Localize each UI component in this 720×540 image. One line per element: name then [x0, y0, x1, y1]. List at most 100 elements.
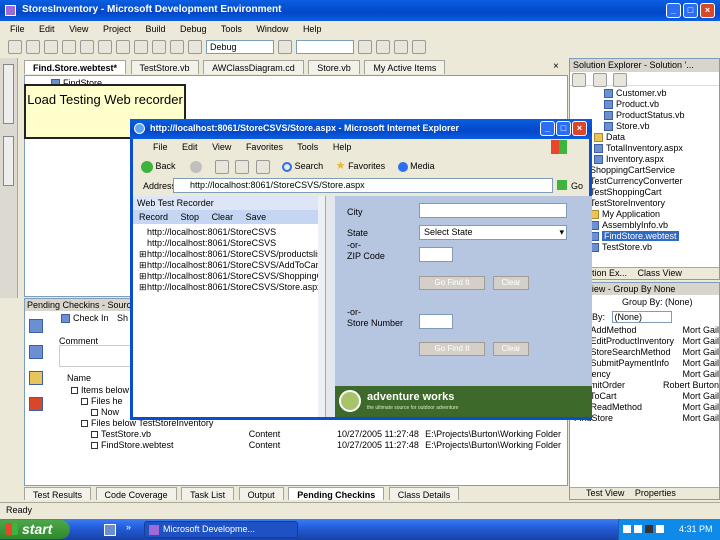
- group-by-select[interactable]: Group By: (None): [622, 297, 693, 307]
- open-icon[interactable]: [44, 40, 58, 54]
- ie-title-bar[interactable]: http://localhost:8061/StoreCSVS/Store.as…: [130, 119, 592, 139]
- check-in-icon[interactable]: [61, 314, 70, 324]
- show-all-files-icon[interactable]: [592, 73, 607, 87]
- request-row[interactable]: ⊞http://localhost:8061/StoreCSVS/AddToCa…: [139, 260, 325, 271]
- tab-my-active-items[interactable]: My Active Items: [364, 60, 446, 74]
- tree-item[interactable]: ShoppingCartService: [578, 165, 719, 176]
- go-icon[interactable]: [557, 180, 567, 190]
- work-items-icon[interactable]: [29, 345, 43, 359]
- copy-icon[interactable]: [116, 40, 130, 54]
- expand-icon[interactable]: ⊞: [139, 282, 147, 293]
- request-row[interactable]: ⊞http://localhost:8061/StoreCSVS/product…: [139, 249, 325, 260]
- media-button[interactable]: Media: [410, 161, 435, 171]
- record-button[interactable]: Record: [139, 212, 168, 222]
- paste-icon[interactable]: [134, 40, 148, 54]
- refresh-icon[interactable]: [613, 73, 628, 87]
- menu-build[interactable]: Build: [145, 24, 165, 34]
- new-project-icon[interactable]: [8, 40, 22, 54]
- server-explorer-icon[interactable]: [3, 64, 14, 124]
- row-checkbox[interactable]: [81, 420, 88, 428]
- tab-store-vb[interactable]: Store.vb: [308, 60, 360, 74]
- quick-launch-icon[interactable]: [104, 524, 116, 536]
- tab-class-diagram[interactable]: AWClassDiagram.cd: [203, 60, 304, 74]
- favorites-icon[interactable]: ★: [336, 160, 346, 172]
- go-find-it-button-2[interactable]: Go Find It: [419, 342, 485, 356]
- tab-test-view[interactable]: Test View: [570, 488, 628, 498]
- expand-icon[interactable]: ⊞: [139, 260, 147, 271]
- ie-menu-file[interactable]: File: [153, 142, 168, 152]
- row-checkbox[interactable]: [81, 398, 88, 406]
- ie-maximize-button[interactable]: □: [556, 121, 571, 136]
- test-row[interactable]: TestStoreSearchMethod Mort Gail: [574, 347, 719, 358]
- tab-teststore-vb[interactable]: TestStore.vb: [130, 60, 199, 74]
- save-recording-button[interactable]: Save: [246, 212, 267, 222]
- toolbox-icon[interactable]: [394, 40, 408, 54]
- request-row[interactable]: http://localhost:8061/StoreCSVS: [139, 238, 325, 249]
- tab-class-details[interactable]: Class Details: [388, 487, 460, 500]
- menu-debug[interactable]: Debug: [180, 24, 207, 34]
- test-row[interactable]: FindStore Mort Gail: [574, 413, 719, 424]
- ie-menu-favorites[interactable]: Favorites: [246, 142, 283, 152]
- request-row[interactable]: http://localhost:8061/StoreCSVS: [139, 227, 325, 238]
- menu-project[interactable]: Project: [103, 24, 131, 34]
- menu-window[interactable]: Window: [256, 24, 288, 34]
- run-icon[interactable]: [188, 40, 202, 54]
- search-button[interactable]: Search: [295, 161, 324, 171]
- state-select[interactable]: Select State ▾: [419, 225, 567, 240]
- tree-item[interactable]: TestShoppingCart: [578, 187, 719, 198]
- tray-icon-security[interactable]: [645, 525, 653, 533]
- go-button[interactable]: Go: [571, 181, 583, 191]
- tray-icon-volume[interactable]: [634, 525, 642, 533]
- tab-close-icon[interactable]: ×: [553, 61, 559, 72]
- tree-item[interactable]: Inventory.aspx: [594, 154, 719, 165]
- clear-form-button[interactable]: Clear: [493, 276, 529, 290]
- debug-config-select[interactable]: Debug: [206, 40, 274, 54]
- request-row[interactable]: ⊞http://localhost:8061/StoreCSVS/Shoppin…: [139, 271, 325, 282]
- toolbox-icon-side[interactable]: [3, 136, 14, 186]
- policy-warnings-icon[interactable]: [29, 397, 43, 411]
- stop-icon[interactable]: [214, 159, 229, 174]
- test-view-title[interactable]: View - Group By None: [570, 283, 719, 295]
- row-checkbox[interactable]: [91, 409, 98, 417]
- recorder-scrollbar[interactable]: [318, 196, 325, 417]
- menu-tools[interactable]: Tools: [221, 24, 242, 34]
- find-icon[interactable]: [278, 40, 292, 54]
- save-icon[interactable]: [62, 40, 76, 54]
- tree-item[interactable]: AssemblyInfo.vb: [590, 220, 719, 231]
- tab-task-list[interactable]: Task List: [181, 487, 235, 500]
- ie-menu-view[interactable]: View: [212, 142, 231, 152]
- tree-item[interactable]: TestStoreInventory: [578, 198, 719, 209]
- tree-item[interactable]: Customer.vb: [604, 88, 719, 99]
- toolbox-strip[interactable]: [0, 58, 18, 298]
- quick-launch-chevron-icon[interactable]: »: [126, 522, 131, 532]
- ie-minimize-button[interactable]: _: [540, 121, 555, 136]
- ie-menu-help[interactable]: Help: [333, 142, 352, 152]
- tab-findstore-webtest[interactable]: Find.Store.webtest*: [24, 60, 127, 74]
- expand-icon[interactable]: ⊞: [139, 249, 147, 260]
- filter-select[interactable]: (None): [611, 311, 672, 323]
- tree-item[interactable]: My Application: [590, 209, 719, 220]
- row-checkbox[interactable]: [91, 442, 98, 450]
- tree-item[interactable]: Product.vb: [604, 99, 719, 110]
- save-all-icon[interactable]: [80, 40, 94, 54]
- favorites-button[interactable]: Favorites: [348, 161, 385, 171]
- tab-output[interactable]: Output: [238, 487, 284, 500]
- tree-item[interactable]: TotalInventory.aspx: [594, 143, 719, 154]
- zip-input[interactable]: [419, 247, 453, 262]
- tree-item-selected[interactable]: FindStore.webtest: [590, 231, 719, 242]
- pending-row[interactable]: TestStore.vb Content 10/27/2005 11:27:48…: [61, 429, 561, 440]
- ie-menu-tools[interactable]: Tools: [297, 142, 318, 152]
- tree-item[interactable]: TestCurrencyConverter: [578, 176, 719, 187]
- store-number-input[interactable]: [419, 314, 453, 329]
- test-row[interactable]: TestReadMethod Mort Gail: [574, 402, 719, 413]
- city-input[interactable]: [419, 203, 567, 218]
- vs-title-bar[interactable]: StoresInventory - Microsoft Development …: [0, 0, 720, 21]
- media-icon[interactable]: [397, 161, 408, 172]
- go-find-it-button[interactable]: Go Find It: [419, 276, 485, 290]
- expand-icon[interactable]: ⊞: [139, 271, 147, 282]
- tree-item[interactable]: Data: [594, 132, 719, 143]
- tree-item[interactable]: ProductStatus.vb: [604, 110, 719, 121]
- menu-help[interactable]: Help: [303, 24, 322, 34]
- cut-icon[interactable]: [98, 40, 112, 54]
- show-button[interactable]: Sh: [117, 313, 128, 323]
